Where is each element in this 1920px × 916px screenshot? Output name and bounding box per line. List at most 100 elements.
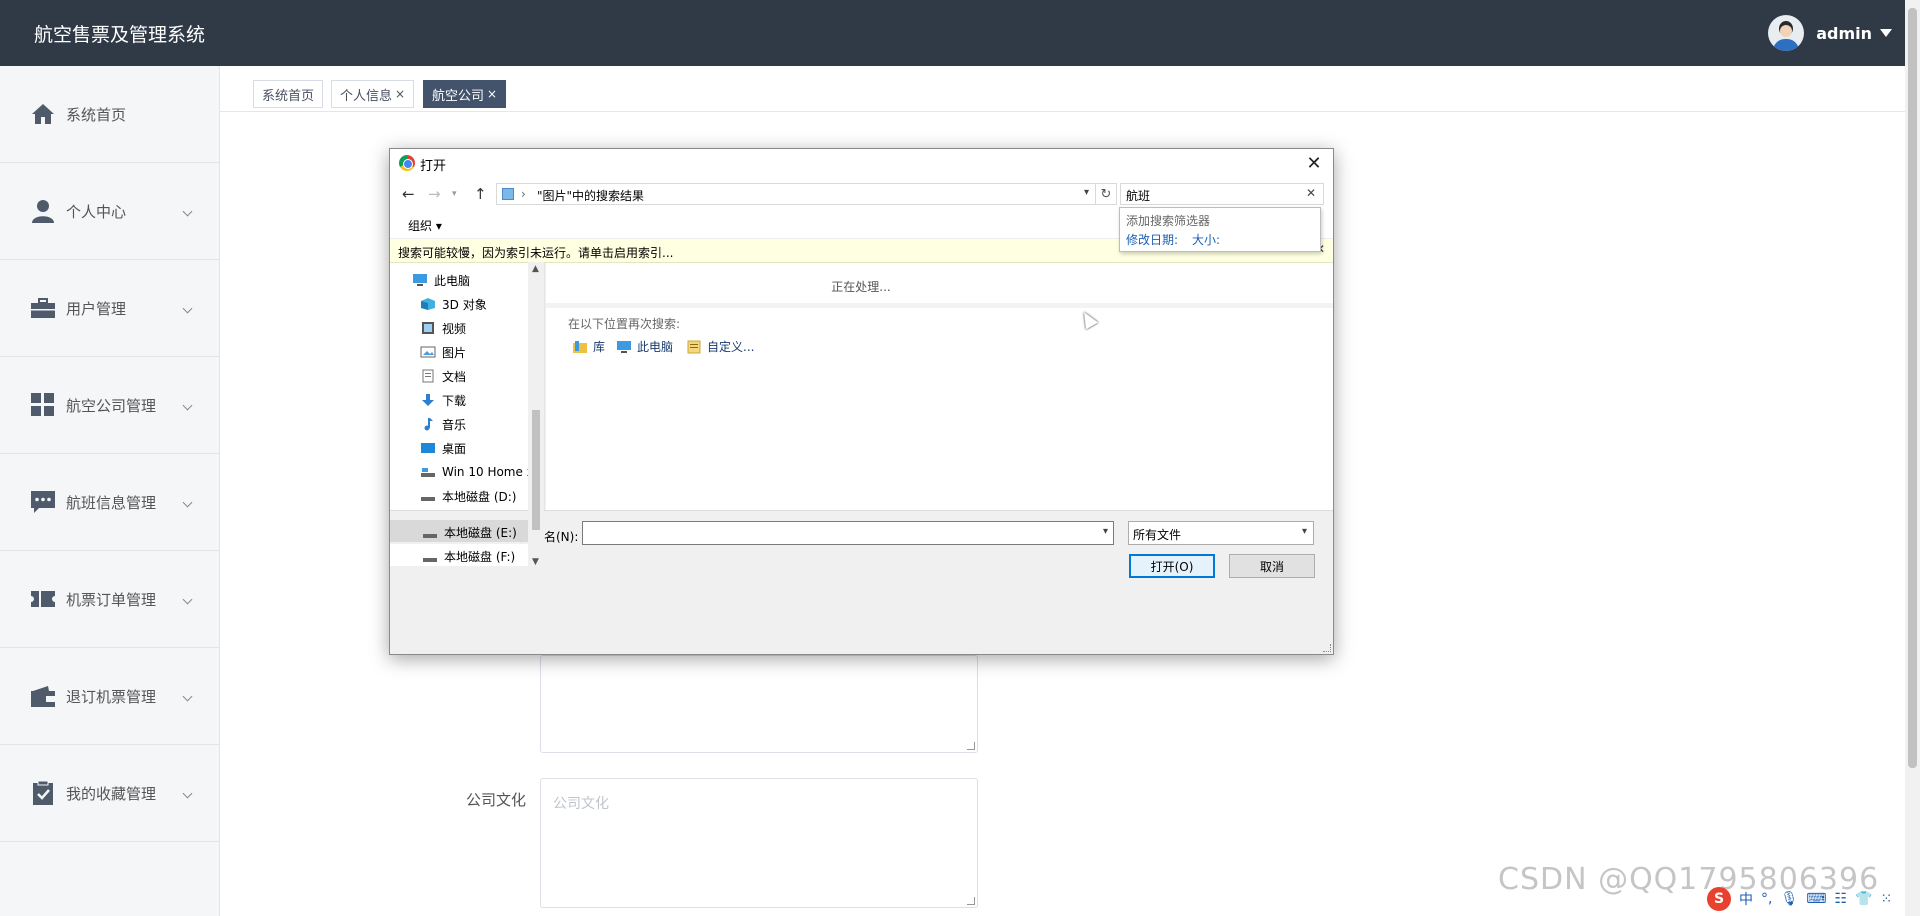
caret-down-icon[interactable] <box>1880 29 1892 37</box>
sidebar-item-flight-management[interactable]: 航班信息管理 <box>0 454 219 551</box>
sidebar-item-favorites[interactable]: 我的收藏管理 <box>0 745 219 842</box>
location-label: 此电脑 <box>637 340 674 354</box>
location-label: 库 <box>593 340 606 354</box>
cube-icon <box>421 298 435 310</box>
chat-icon <box>31 491 55 513</box>
scrollbar-thumb[interactable] <box>1908 8 1917 768</box>
search-input[interactable]: 航班 ✕ <box>1120 183 1324 205</box>
resize-grip-icon[interactable] <box>1323 644 1331 652</box>
sidebar-item-label: 退订机票管理 <box>66 687 157 706</box>
close-icon[interactable]: × <box>395 87 405 101</box>
microphone-icon[interactable]: 🎙 <box>1780 891 1798 907</box>
sidebar-item-personal-center[interactable]: 个人中心 <box>0 163 219 260</box>
cancel-button[interactable]: 取消 <box>1229 554 1315 578</box>
resize-grip-icon[interactable] <box>967 897 975 905</box>
scroll-down-icon[interactable]: ▼ <box>532 557 539 567</box>
tree-item-drive-f[interactable]: 本地磁盘 (F:) <box>390 544 528 566</box>
avatar[interactable] <box>1768 15 1805 51</box>
filename-dropdown-icon[interactable]: ▾ <box>1103 526 1108 537</box>
recent-chevron-icon[interactable]: ▾ <box>452 189 457 199</box>
keyboard-icon[interactable]: ⌨ <box>1806 891 1826 907</box>
dialog-title: 打开 <box>420 159 447 174</box>
skin-icon[interactable]: 👕 <box>1855 891 1872 907</box>
tree-item-label: 图片 <box>442 345 467 360</box>
info-message[interactable]: 搜索可能较慢，因为索引未运行。请单击启用索引... <box>398 244 673 261</box>
picture-icon <box>420 346 436 358</box>
tab-airline[interactable]: 航空公司 × <box>423 80 507 108</box>
sidebar-item-airline-management[interactable]: 航空公司管理 <box>0 357 219 454</box>
tree-item-label: 桌面 <box>442 441 467 456</box>
search-location-this-pc[interactable]: 此电脑 <box>616 338 673 355</box>
chevron-down-icon <box>182 303 193 313</box>
chevron-down-icon <box>182 691 193 701</box>
document-icon <box>422 369 434 383</box>
refresh-icon[interactable]: ↻ <box>1095 183 1117 205</box>
up-arrow-icon[interactable]: ↑ <box>474 185 487 203</box>
chevron-down-icon <box>182 400 193 410</box>
custom-folder-icon <box>687 340 701 353</box>
sidebar-item-ticket-orders[interactable]: 机票订单管理 <box>0 551 219 648</box>
tree-item-label: 视频 <box>442 321 467 336</box>
ime-toolbar[interactable]: S 中 °, 🎙 ⌨ ☷ 👕 ⁙ <box>1707 886 1892 912</box>
tree-item-label: 此电脑 <box>434 273 471 288</box>
briefcase-icon <box>31 298 55 318</box>
tree-item-label: 文档 <box>442 369 467 384</box>
tree-scrollbar[interactable]: ▲ ▼ <box>528 262 544 569</box>
textarea-placeholder: 公司文化 <box>553 796 609 812</box>
company-culture-textarea[interactable]: 公司文化 <box>540 778 978 908</box>
download-icon <box>422 394 434 406</box>
tree-item-label: 本地磁盘 (E:) <box>444 526 517 540</box>
address-dropdown-icon[interactable]: ▾ <box>1084 187 1089 198</box>
sidebar-item-label: 系统首页 <box>66 105 127 124</box>
user-name[interactable]: admin <box>1816 24 1872 43</box>
back-arrow-icon[interactable]: ← <box>402 185 415 203</box>
sidebar-item-home[interactable]: 系统首页 <box>0 66 219 163</box>
location-label: 自定义... <box>707 340 755 354</box>
company-intro-textarea[interactable] <box>540 655 978 753</box>
address-bar[interactable]: › "图片"中的搜索结果 ▾ <box>496 183 1096 205</box>
tree-item-drive-e[interactable]: 本地磁盘 (E:) <box>390 520 528 542</box>
organize-menu[interactable]: 组织 ▾ <box>408 217 442 234</box>
scroll-up-icon[interactable]: ▲ <box>532 264 539 274</box>
filter-size[interactable]: 大小: <box>1192 231 1220 248</box>
user-menu[interactable]: admin <box>1768 14 1892 52</box>
sidebar-item-label: 机票订单管理 <box>66 590 157 609</box>
punctuation-icon[interactable]: °, <box>1761 891 1772 907</box>
dialog-close-button[interactable]: ✕ <box>1301 151 1327 175</box>
top-header: 航空售票及管理系统 admin <box>0 0 1920 66</box>
clear-search-icon[interactable]: ✕ <box>1306 186 1316 200</box>
open-button[interactable]: 打开(O) <box>1129 554 1215 578</box>
sogou-logo-icon[interactable]: S <box>1707 887 1731 911</box>
scrollbar-thumb[interactable] <box>532 410 540 530</box>
filename-input[interactable]: ▾ <box>582 521 1114 545</box>
tab-personal-info[interactable]: 个人信息 × <box>331 80 415 108</box>
forward-arrow-icon[interactable]: → <box>428 185 441 203</box>
address-path: "图片"中的搜索结果 <box>537 189 645 203</box>
ime-language[interactable]: 中 <box>1739 889 1753 909</box>
company-culture-label: 公司文化 <box>466 791 527 809</box>
sidebar-item-refund-management[interactable]: 退订机票管理 <box>0 648 219 745</box>
sidebar-item-user-management[interactable]: 用户管理 <box>0 260 219 357</box>
chevron-down-icon <box>182 788 193 798</box>
file-type-select[interactable]: 所有文件 ▾ <box>1128 521 1314 545</box>
tab-label: 个人信息 <box>340 88 393 104</box>
dialog-titlebar[interactable]: 打开 ✕ <box>390 149 1333 177</box>
search-location-custom[interactable]: 自定义... <box>686 338 754 355</box>
divider <box>546 303 1333 308</box>
page-scrollbar[interactable] <box>1905 0 1920 916</box>
grid-icon <box>31 393 54 416</box>
sidebar-item-label: 航班信息管理 <box>66 493 157 512</box>
desktop-icon <box>421 443 435 453</box>
search-again-label: 在以下位置再次搜索: <box>568 317 681 331</box>
tab-home[interactable]: 系统首页 <box>253 80 324 108</box>
tree-item-label: 音乐 <box>442 417 467 432</box>
chevron-down-icon: ▾ <box>1301 526 1307 537</box>
close-icon[interactable]: × <box>487 87 497 101</box>
resize-grip-icon[interactable] <box>967 742 975 750</box>
search-location-library[interactable]: 库 <box>572 338 605 355</box>
chevron-down-icon <box>182 206 193 216</box>
grid-menu-icon[interactable]: ⁙ <box>1880 891 1892 907</box>
tools-icon[interactable]: ☷ <box>1834 891 1847 907</box>
tab-label: 航空公司 <box>432 88 485 104</box>
filter-modified-date[interactable]: 修改日期: <box>1126 231 1178 248</box>
